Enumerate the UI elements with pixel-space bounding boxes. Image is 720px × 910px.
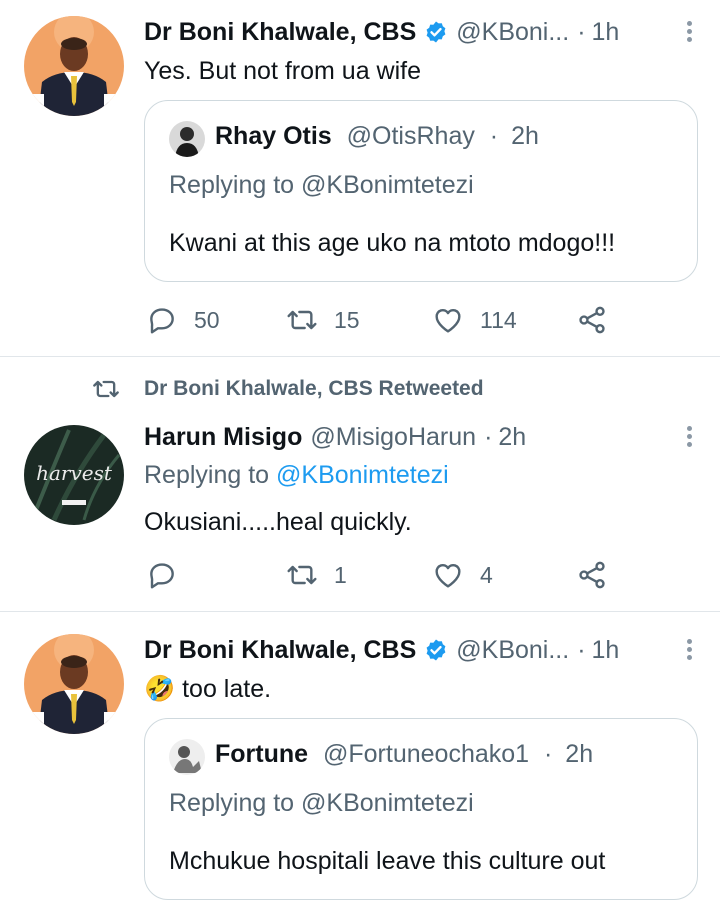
tweet-3[interactable]: Dr Boni Khalwale, CBS @KBoni... · 1h 🤣 t… (0, 612, 720, 910)
tweet-2[interactable]: Dr Boni Khalwale, CBS Retweeted harvest … (0, 357, 720, 611)
action-bar: 50 15 114 (146, 302, 626, 338)
tweet-text: 🤣 too late. (144, 672, 690, 706)
tweet-1[interactable]: Dr Boni Khalwale, CBS @KBoni... · 1h Yes… (0, 0, 720, 356)
tweet-text-content: too late. (182, 675, 272, 703)
quote-timestamp: 2h (565, 740, 594, 768)
quote-author-handle: @OtisRhay (346, 122, 475, 150)
quote-author-handle: @Fortuneochako1 (323, 740, 530, 768)
quote-author-name: Rhay Otis (215, 122, 332, 150)
tweet-header: Dr Boni Khalwale, CBS @KBoni... · 1h (144, 14, 680, 50)
timestamp[interactable]: 1h (592, 18, 620, 47)
like-icon (435, 308, 461, 333)
tweet-text: Yes. But not from ua wife (144, 57, 422, 85)
tweet-text: Okusiani.....heal quickly. (144, 508, 412, 536)
avatar-khalwale[interactable] (24, 634, 124, 734)
retweet-button[interactable]: 1 (286, 557, 347, 593)
retweet-icon (93, 380, 119, 398)
author-name[interactable]: Harun Misigo (144, 423, 302, 452)
rolling-laughing-emoji: 🤣 (144, 675, 176, 703)
author-handle[interactable]: @KBoni... (456, 636, 569, 665)
more-icon[interactable] (684, 18, 694, 48)
replying-mention: @KBonimtetezi (301, 171, 474, 199)
replying-label: Replying to (144, 461, 270, 489)
quote-author-name: Fortune (215, 740, 309, 768)
reply-button[interactable] (146, 557, 194, 593)
separator: · (489, 122, 499, 150)
share-icon (579, 306, 605, 334)
quote-replying-to: Replying to @KBonimtetezi (169, 789, 474, 818)
reply-count: 50 (194, 306, 220, 333)
retweet-count: 15 (334, 306, 360, 333)
separator: · (577, 635, 586, 664)
replying-mention: @KBonimtetezi (301, 789, 474, 817)
verified-badge-icon (424, 638, 448, 662)
retweet-icon (287, 310, 317, 330)
retweet-context-label[interactable]: Dr Boni Khalwale, CBS Retweeted (144, 377, 484, 401)
quote-text: Kwani at this age uko na mtoto mdogo!!! (169, 229, 616, 257)
timestamp[interactable]: 1h (592, 636, 620, 665)
avatar-misigo[interactable]: harvest (24, 425, 124, 525)
quote-replying-to: Replying to @KBonimtetezi (169, 171, 474, 200)
more-icon[interactable] (684, 423, 694, 453)
reply-icon (150, 308, 174, 334)
retweet-count: 1 (334, 561, 347, 588)
avatar-fortune (169, 739, 205, 775)
author-handle[interactable]: @KBoni... (456, 18, 569, 47)
separator: · (577, 17, 586, 46)
like-count: 114 (480, 306, 517, 333)
quote-text: Mchukue hospitali leave this culture out (169, 847, 606, 875)
retweet-context: Dr Boni Khalwale, CBS Retweeted (90, 374, 484, 404)
replying-mention-link[interactable]: @KBonimtetezi (276, 461, 449, 489)
retweet-icon (287, 565, 317, 585)
like-button[interactable]: 114 (432, 302, 517, 338)
quote-header: Rhay Otis @OtisRhay · 2h (215, 122, 539, 151)
quote-timestamp: 2h (511, 122, 539, 150)
like-icon (435, 563, 461, 588)
replying-label: Replying to (169, 789, 295, 817)
quoted-tweet[interactable]: Fortune @Fortuneochako1 · 2h Replying to… (144, 718, 698, 900)
tweet-header: Dr Boni Khalwale, CBS @KBoni... · 1h (144, 632, 680, 668)
timestamp[interactable]: 2h (498, 423, 526, 452)
separator: · (484, 422, 493, 451)
reply-icon (150, 563, 174, 589)
author-handle[interactable]: @MisigoHarun (310, 423, 476, 452)
action-bar: 1 4 (146, 557, 626, 593)
author-name[interactable]: Dr Boni Khalwale, CBS (144, 636, 416, 665)
retweet-button[interactable]: 15 (286, 302, 360, 338)
quoted-tweet[interactable]: Rhay Otis @OtisRhay · 2h Replying to @KB… (144, 100, 698, 282)
tweet-header: Harun Misigo @MisigoHarun · 2h (144, 419, 680, 455)
avatar-otis (169, 121, 205, 157)
replying-label: Replying to (169, 171, 295, 199)
like-count: 4 (480, 561, 493, 588)
replying-to: Replying to @KBonimtetezi (144, 461, 449, 490)
like-button[interactable]: 4 (432, 557, 493, 593)
separator: · (544, 740, 553, 768)
verified-badge-icon (424, 20, 448, 44)
share-button[interactable] (576, 302, 608, 338)
reply-button[interactable]: 50 (146, 302, 220, 338)
share-button[interactable] (576, 557, 608, 593)
avatar-text: harvest (36, 461, 112, 485)
more-icon[interactable] (684, 636, 694, 666)
quote-header: Fortune @Fortuneochako1 · 2h (215, 740, 593, 769)
avatar-khalwale[interactable] (24, 16, 124, 116)
share-icon (579, 561, 605, 589)
author-name[interactable]: Dr Boni Khalwale, CBS (144, 18, 416, 47)
